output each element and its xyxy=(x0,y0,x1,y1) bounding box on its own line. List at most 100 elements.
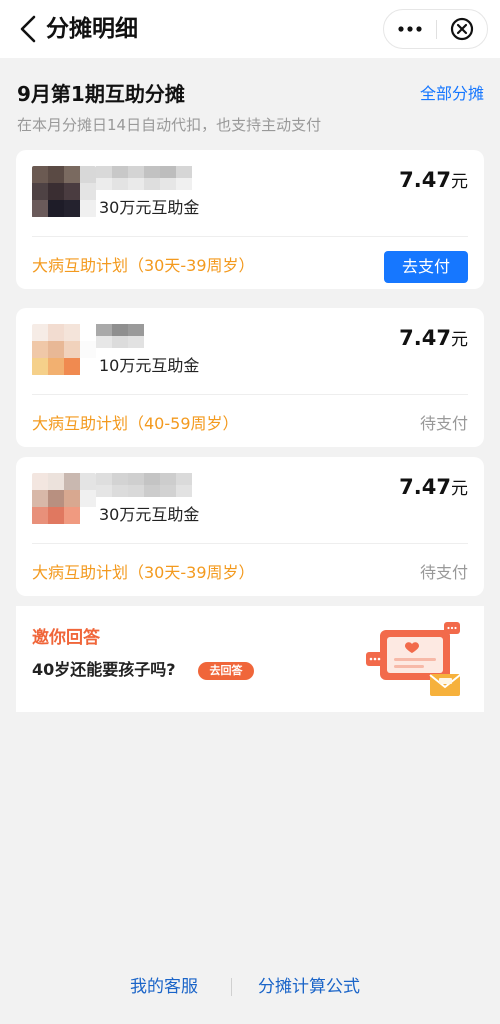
avatar-mosaic-cell xyxy=(48,358,64,375)
member-avatar xyxy=(32,473,96,525)
close-circle-icon[interactable] xyxy=(437,10,488,48)
allocation-amount: 7.47元 xyxy=(399,165,468,197)
name-mosaic-cell xyxy=(96,324,112,336)
member-name-blurred xyxy=(96,473,192,497)
amount-value: 7.47 xyxy=(399,326,451,350)
allocation-card[interactable]: 10万元互助金 7.47元 大病互助计划（40-59周岁） 待支付 xyxy=(16,308,484,447)
name-mosaic-cell xyxy=(176,336,192,348)
fund-amount-label: 10万元互助金 xyxy=(99,356,200,375)
plan-name: 大病互助计划（40-59周岁） xyxy=(32,414,239,433)
name-mosaic-cell xyxy=(112,485,128,497)
member-name-blurred xyxy=(96,166,192,190)
avatar-mosaic-cell xyxy=(48,166,64,183)
calculation-formula-link[interactable]: 分摊计算公式 xyxy=(258,975,360,999)
footer-divider xyxy=(231,978,232,996)
name-mosaic-cell xyxy=(160,178,176,190)
nav-bar: 分摊明细 xyxy=(0,0,500,58)
name-mosaic-cell xyxy=(112,473,128,485)
name-mosaic-cell xyxy=(176,485,192,497)
mini-program-capsule xyxy=(383,9,488,49)
name-mosaic-cell xyxy=(144,473,160,485)
avatar-mosaic-cell xyxy=(48,200,64,217)
name-mosaic-cell xyxy=(96,166,112,178)
avatar-mosaic-cell xyxy=(80,200,96,217)
name-mosaic-cell xyxy=(160,473,176,485)
name-mosaic-cell xyxy=(144,178,160,190)
name-mosaic-cell xyxy=(176,178,192,190)
amount-value: 7.47 xyxy=(399,168,451,192)
name-mosaic-cell xyxy=(144,324,160,336)
status-badge: 待支付 xyxy=(419,414,468,433)
name-mosaic-cell xyxy=(144,166,160,178)
avatar-mosaic-cell xyxy=(64,490,80,507)
name-mosaic-cell xyxy=(128,166,144,178)
name-mosaic-cell xyxy=(128,178,144,190)
chevron-left-icon[interactable] xyxy=(14,14,44,44)
amount-unit: 元 xyxy=(451,172,468,192)
avatar-mosaic-cell xyxy=(32,200,48,217)
avatar-mosaic-cell xyxy=(32,324,48,341)
card-divider xyxy=(32,394,468,395)
allocation-card[interactable]: 30万元互助金 7.47元 大病互助计划（30天-39周岁） 去支付 xyxy=(16,150,484,289)
name-mosaic-cell xyxy=(176,324,192,336)
name-mosaic-cell xyxy=(112,324,128,336)
avatar-mosaic-cell xyxy=(48,341,64,358)
member-avatar xyxy=(32,166,96,218)
name-mosaic-cell xyxy=(112,336,128,348)
qa-invite-banner[interactable]: 邀你回答 40岁还能要孩子吗? 去回答 xyxy=(16,606,484,712)
name-mosaic-cell xyxy=(144,336,160,348)
avatar-mosaic-cell xyxy=(32,166,48,183)
avatar-mosaic-cell xyxy=(32,183,48,200)
avatar-mosaic-cell xyxy=(48,490,64,507)
name-mosaic-cell xyxy=(128,473,144,485)
period-title: 9月第1期互助分摊 xyxy=(17,82,185,106)
avatar-mosaic-cell xyxy=(32,507,48,524)
avatar-mosaic-cell xyxy=(64,166,80,183)
avatar-mosaic-cell xyxy=(32,358,48,375)
name-mosaic-cell xyxy=(144,485,160,497)
card-divider xyxy=(32,543,468,544)
name-mosaic-cell xyxy=(112,178,128,190)
avatar-mosaic-cell xyxy=(48,324,64,341)
avatar-mosaic-cell xyxy=(32,473,48,490)
avatar-mosaic-cell xyxy=(64,341,80,358)
all-allocations-link[interactable]: 全部分摊 xyxy=(420,82,484,106)
avatar-mosaic-cell xyxy=(80,358,96,375)
more-dots-icon[interactable] xyxy=(384,10,436,48)
period-subtitle: 在本月分摊日14日自动代扣，也支持主动支付 xyxy=(17,116,322,134)
fund-amount-label: 30万元互助金 xyxy=(99,198,200,217)
name-mosaic-cell xyxy=(112,166,128,178)
card-divider xyxy=(32,236,468,237)
allocation-card[interactable]: 30万元互助金 7.47元 大病互助计划（30天-39周岁） 待支付 xyxy=(16,457,484,596)
qa-title: 邀你回答 xyxy=(32,628,100,648)
page-title: 分摊明细 xyxy=(46,16,138,42)
name-mosaic-cell xyxy=(160,166,176,178)
avatar-mosaic-cell xyxy=(80,166,96,183)
name-mosaic-cell xyxy=(128,324,144,336)
avatar-mosaic-cell xyxy=(64,358,80,375)
pay-button[interactable]: 去支付 xyxy=(384,251,468,283)
avatar-mosaic-cell xyxy=(64,183,80,200)
member-avatar xyxy=(32,324,96,376)
avatar-mosaic-cell xyxy=(64,200,80,217)
answer-button[interactable]: 去回答 xyxy=(198,662,254,680)
name-mosaic-cell xyxy=(96,336,112,348)
avatar-mosaic-cell xyxy=(80,324,96,341)
avatar-mosaic-cell xyxy=(64,507,80,524)
plan-name: 大病互助计划（30天-39周岁） xyxy=(32,563,255,582)
name-mosaic-cell xyxy=(128,485,144,497)
avatar-mosaic-cell xyxy=(32,490,48,507)
amount-unit: 元 xyxy=(451,479,468,499)
name-mosaic-cell xyxy=(160,485,176,497)
plan-name: 大病互助计划（30天-39周岁） xyxy=(32,256,255,275)
avatar-mosaic-cell xyxy=(48,183,64,200)
qa-question: 40岁还能要孩子吗? xyxy=(32,660,176,679)
status-badge: 待支付 xyxy=(419,563,468,582)
avatar-mosaic-cell xyxy=(64,473,80,490)
avatar-mosaic-cell xyxy=(48,507,64,524)
name-mosaic-cell xyxy=(96,178,112,190)
member-name-blurred xyxy=(96,324,192,348)
name-mosaic-cell xyxy=(176,166,192,178)
customer-service-link[interactable]: 我的客服 xyxy=(130,975,198,999)
name-mosaic-cell xyxy=(160,336,176,348)
